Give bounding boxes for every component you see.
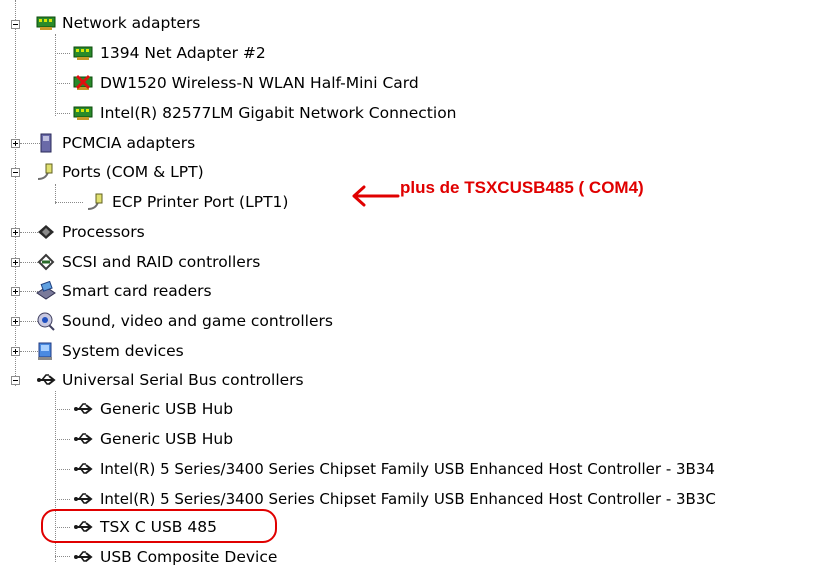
scsi-icon (37, 253, 55, 271)
tree-guide-line (15, 0, 16, 386)
system-devices-icon (38, 342, 52, 360)
network-adapter-icon (36, 16, 56, 30)
device-tree: Network adapters 1394 Net Adapter #2 DW1… (0, 0, 834, 566)
smart-card-reader-icon (36, 281, 56, 300)
expand-toggle[interactable] (11, 347, 20, 356)
tree-guide-line (55, 184, 56, 204)
network-adapter-icon (73, 46, 93, 60)
processor-icon (38, 225, 54, 239)
tree-item-label[interactable]: USB Composite Device (100, 547, 277, 567)
sound-icon (37, 312, 55, 331)
tree-item-label[interactable]: SCSI and RAID controllers (62, 252, 260, 272)
expand-toggle[interactable] (11, 287, 20, 296)
tree-item-label[interactable]: Processors (62, 222, 145, 242)
collapse-toggle[interactable] (11, 376, 20, 385)
usb-icon (74, 403, 93, 414)
tree-item-label[interactable]: Intel(R) 5 Series/3400 Series Chipset Fa… (100, 489, 716, 509)
tree-item-label[interactable]: ECP Printer Port (LPT1) (112, 192, 288, 212)
annotation-arrow (352, 185, 400, 207)
tree-item-label[interactable]: Intel(R) 82577LM Gigabit Network Connect… (100, 103, 457, 123)
usb-icon (74, 551, 93, 562)
tree-item-label[interactable]: Generic USB Hub (100, 429, 233, 449)
tree-item-label[interactable]: Intel(R) 5 Series/3400 Series Chipset Fa… (100, 459, 715, 479)
tree-item-label[interactable]: Generic USB Hub (100, 399, 233, 419)
tree-item-label[interactable]: Network adapters (62, 13, 200, 33)
usb-icon (37, 374, 56, 385)
tree-item-label[interactable]: Sound, video and game controllers (62, 311, 333, 331)
expand-toggle[interactable] (11, 139, 20, 148)
usb-icon (74, 463, 93, 474)
tree-item-label[interactable]: PCMCIA adapters (62, 133, 195, 153)
annotation-circle (41, 509, 277, 543)
annotation-text: plus de TSXCUSB485 ( COM4) (400, 178, 644, 197)
tree-item-label[interactable]: Universal Serial Bus controllers (62, 370, 304, 390)
pcmcia-icon (40, 133, 52, 153)
tree-guide-line (55, 34, 56, 116)
tree-item-label[interactable]: Ports (COM & LPT) (62, 162, 204, 182)
usb-icon (74, 433, 93, 444)
collapse-toggle[interactable] (11, 168, 20, 177)
tree-item-label[interactable]: Smart card readers (62, 281, 212, 301)
usb-icon (74, 493, 93, 504)
collapse-toggle[interactable] (11, 20, 20, 29)
expand-toggle[interactable] (11, 317, 20, 326)
port-icon (37, 163, 53, 180)
tree-item-label[interactable]: System devices (62, 341, 184, 361)
tree-item-label[interactable]: 1394 Net Adapter #2 (100, 43, 266, 63)
expand-toggle[interactable] (11, 258, 20, 267)
expand-toggle[interactable] (11, 228, 20, 237)
network-adapter-disabled-icon (73, 74, 93, 90)
port-icon (87, 193, 103, 210)
tree-item-label[interactable]: DW1520 Wireless-N WLAN Half-Mini Card (100, 73, 419, 93)
network-adapter-icon (73, 106, 93, 120)
